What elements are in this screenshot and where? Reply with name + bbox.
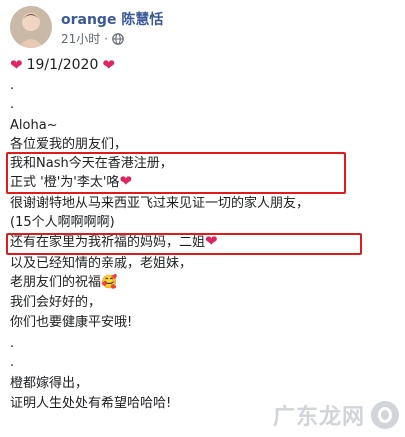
separator-dot: ·	[104, 31, 109, 46]
date-text: 19/1/2020	[26, 57, 99, 73]
author-name[interactable]: orange 陈慧恬	[61, 9, 163, 29]
text-line: 我们会好好的，	[10, 295, 102, 310]
text-span: 老朋友们的祝福	[10, 275, 102, 290]
dot-line: .	[10, 336, 15, 351]
greeting-line: Aloha~	[10, 118, 58, 133]
dot-line: .	[10, 97, 15, 112]
smiling-hearts-emoji: 🥰	[101, 275, 118, 290]
watermark-text: 广东龙网	[272, 405, 365, 430]
date-line: ❤ 19/1/2020 ❤	[10, 56, 115, 75]
dot-line: .	[10, 78, 15, 93]
heart-emoji: ❤	[102, 55, 115, 74]
watermark-logo-icon	[371, 401, 399, 429]
dot-line: .	[10, 355, 15, 370]
text-line: 你们也要健康平安哦!	[10, 315, 133, 330]
text-line: 老朋友们的祝福🥰	[10, 274, 117, 293]
avatar[interactable]	[10, 6, 52, 48]
text-line: 很谢谢特地从马来西亚飞过来见证一切的家人朋友，	[10, 196, 310, 211]
highlight-box	[6, 152, 346, 194]
text-line: (15个人啊啊啊啊)	[10, 215, 115, 230]
text-line: 以及已经知情的亲戚，老姐妹，	[10, 256, 193, 271]
post-timestamp[interactable]: 21小时	[61, 30, 100, 47]
heart-emoji: ❤	[10, 55, 23, 74]
text-line: 证明人生处处有希望哈哈哈!	[10, 396, 172, 411]
text-line: 橙都嫁得出，	[10, 376, 89, 391]
post-header: orange 陈慧恬 21小时 ·	[10, 6, 400, 50]
post-meta: 21小时 ·	[61, 30, 124, 47]
globe-icon[interactable]	[112, 32, 124, 45]
highlight-box	[6, 233, 362, 255]
watermark: 广东龙网	[273, 399, 399, 431]
